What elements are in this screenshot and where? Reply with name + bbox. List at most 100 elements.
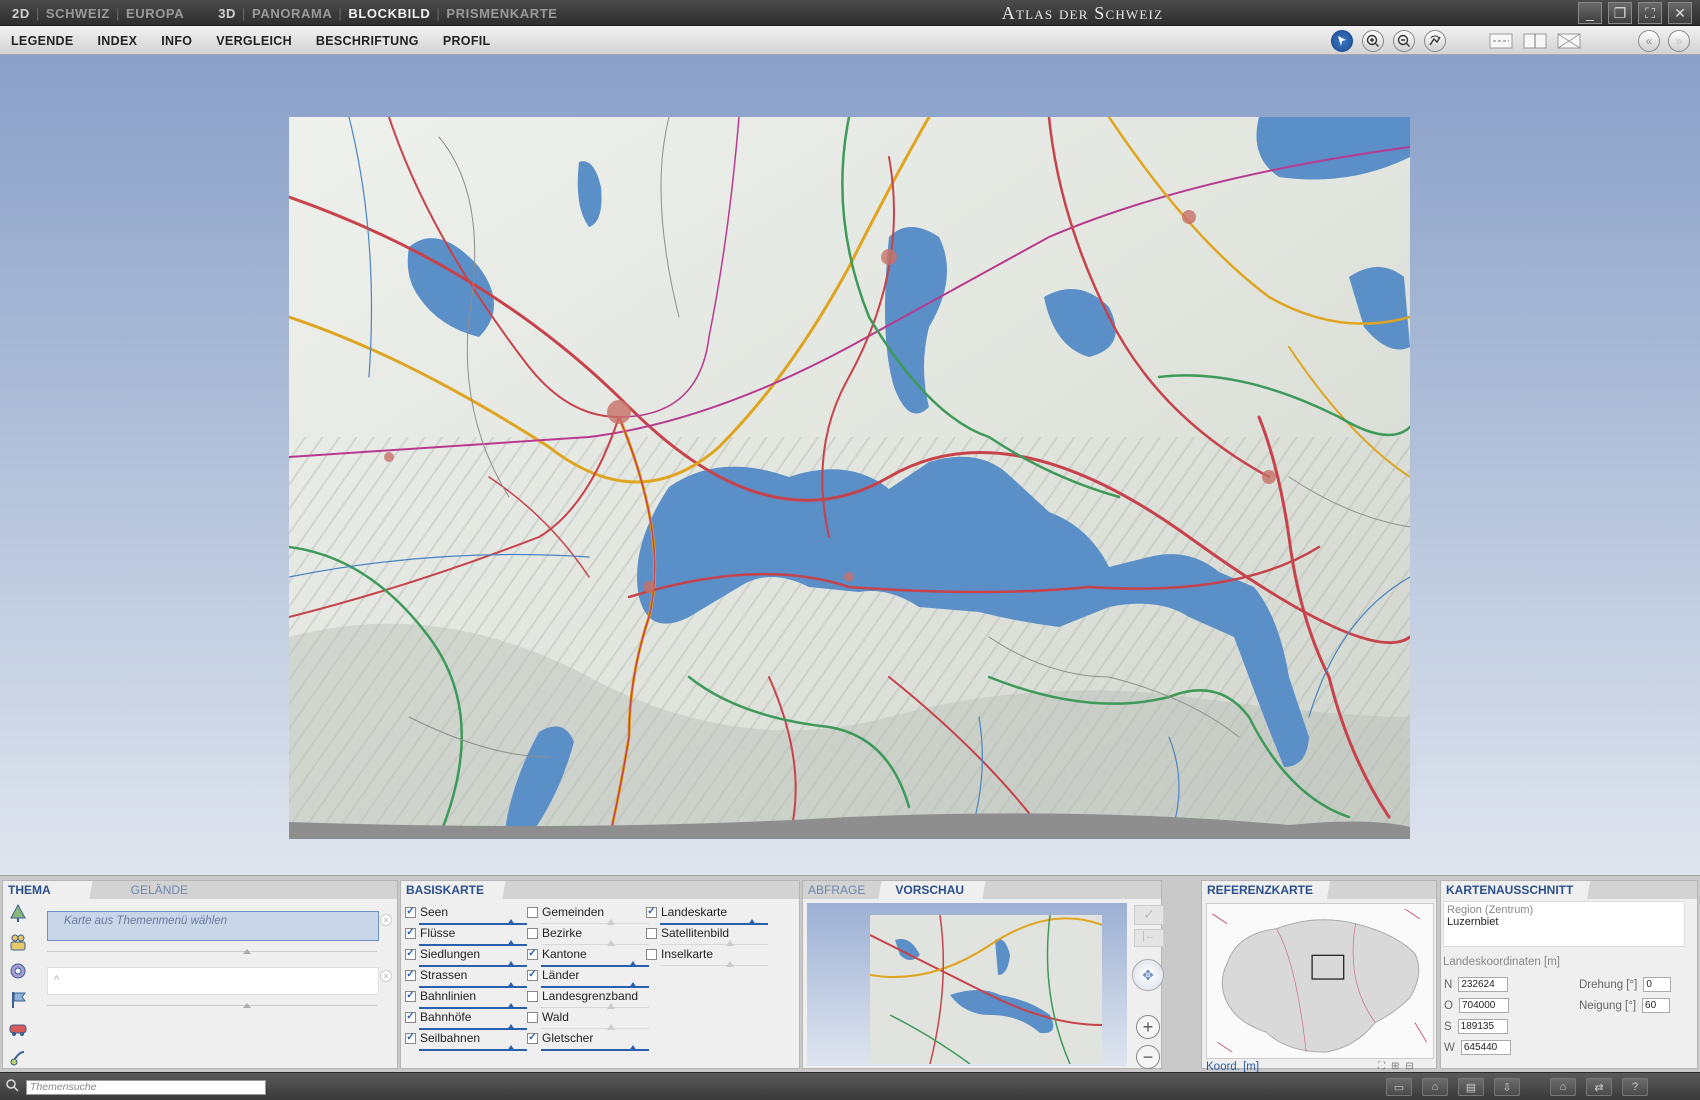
layer-checkbox[interactable] [527, 906, 538, 918]
layer-opacity-slider[interactable] [419, 1045, 527, 1052]
blockbild-map[interactable] [289, 117, 1410, 839]
themensuche-input[interactable]: Themensuche [26, 1080, 266, 1095]
tree-icon[interactable] [7, 903, 29, 923]
ref-zoom-out-icon[interactable]: ⊟ [1405, 1061, 1413, 1072]
close-button[interactable]: ✕ [1668, 2, 1692, 24]
layer-checkbox-row[interactable]: Inselkarte [646, 947, 713, 961]
menu-index[interactable]: INDEX [98, 34, 138, 48]
close-map-icon[interactable] [1556, 30, 1582, 52]
layer-checkbox[interactable]: ✓ [646, 906, 657, 918]
layer-checkbox-row[interactable]: ✓ Seilbahnen [405, 1031, 480, 1045]
communication-icon[interactable] [7, 1048, 29, 1068]
export-icon[interactable]: ⇩ [1494, 1078, 1520, 1096]
layer-checkbox-row[interactable]: Wald [527, 1010, 569, 1024]
layer-checkbox[interactable] [527, 1011, 538, 1023]
print-icon[interactable]: ▤ [1458, 1078, 1484, 1096]
coord-w-field[interactable]: 645440 [1460, 1040, 1511, 1055]
open-folder-icon[interactable]: ▭ [1386, 1078, 1412, 1096]
layer-checkbox-row[interactable]: Bezirke [527, 926, 582, 940]
zoom-out-icon[interactable] [1393, 30, 1415, 52]
fullscreen-button[interactable]: ⛶ [1638, 2, 1662, 24]
clear-thema-icon[interactable]: × [380, 914, 392, 926]
menu-info[interactable]: INFO [161, 34, 192, 48]
transport-icon[interactable] [7, 1019, 29, 1039]
layer-checkbox[interactable]: ✓ [405, 1032, 416, 1044]
layer-checkbox[interactable]: ✓ [405, 927, 416, 939]
coord-o-field[interactable]: 704000 [1458, 998, 1509, 1013]
layer-checkbox[interactable] [646, 948, 657, 960]
layer-checkbox-row[interactable]: ✓ Länder [527, 968, 579, 982]
layer-checkbox[interactable] [646, 927, 657, 939]
layer-checkbox[interactable]: ✓ [405, 948, 416, 960]
home-icon[interactable]: ⌂ [1550, 1078, 1576, 1096]
pan-control-icon[interactable]: ✥ [1132, 959, 1164, 991]
layer-checkbox[interactable]: ✓ [405, 1011, 416, 1023]
map-viewport[interactable] [0, 55, 1700, 875]
layer-checkbox[interactable] [527, 990, 538, 1002]
zoom-plus-icon[interactable]: + [1136, 1015, 1160, 1039]
fit-extent-icon[interactable]: ⛶ [1378, 1061, 1385, 1072]
layer-checkbox-row[interactable]: ✓ Flüsse [405, 926, 455, 940]
minimize-button[interactable]: _ [1578, 2, 1602, 24]
layer-checkbox-row[interactable]: ✓ Gletscher [527, 1031, 593, 1045]
tab-basiskarte[interactable]: BASISKARTE [401, 881, 490, 899]
coord-s-field[interactable]: 189135 [1457, 1019, 1508, 1034]
layer-checkbox[interactable] [527, 927, 538, 939]
menu-vergleich[interactable]: VERGLEICH [216, 34, 292, 48]
layer-checkbox-row[interactable]: ✓ Kantone [527, 947, 587, 961]
layer-checkbox-row[interactable]: Landesgrenzband [527, 989, 638, 1003]
bookmark-icon[interactable]: ⌂ [1422, 1078, 1448, 1096]
link-icon[interactable]: ⇄ [1586, 1078, 1612, 1096]
thema-map-select[interactable]: Karte aus Themenmenü wählen [47, 911, 379, 941]
zoom-minus-icon[interactable]: − [1136, 1045, 1160, 1069]
layer-checkbox[interactable]: ✓ [527, 1032, 538, 1044]
flag-icon[interactable] [7, 990, 29, 1010]
tab-abfrage[interactable]: ABFRAGE [803, 881, 871, 899]
layer-checkbox-row[interactable]: Satellitenbild [646, 926, 729, 940]
thema-secondary-select[interactable]: ^ [47, 967, 379, 995]
menu-beschriftung[interactable]: BESCHRIFTUNG [316, 34, 419, 48]
layer-checkbox[interactable]: ✓ [405, 906, 416, 918]
collapse-left-icon[interactable]: « [1638, 30, 1660, 52]
layer-opacity-slider[interactable] [660, 961, 768, 968]
thema-opacity-slider[interactable] [47, 949, 377, 955]
tab-gelaende[interactable]: GELÄNDE [125, 881, 194, 899]
preview-map[interactable] [870, 915, 1102, 1064]
tilt-icon[interactable] [1424, 30, 1446, 52]
layer-checkbox-row[interactable]: ✓ Bahnlinien [405, 989, 476, 1003]
layer-checkbox[interactable]: ✓ [527, 969, 538, 981]
secondary-opacity-slider[interactable] [47, 1003, 377, 1009]
layer-checkbox-row[interactable]: ✓ Siedlungen [405, 947, 480, 961]
tab-referenzkarte[interactable]: REFERENZKARTE [1202, 881, 1319, 899]
layer-checkbox-row[interactable]: ✓ Strassen [405, 968, 467, 982]
layer-checkbox-row[interactable]: ✓ Bahnhöfe [405, 1010, 471, 1024]
split-view-icon[interactable] [1522, 30, 1548, 52]
layer-checkbox[interactable]: ✓ [405, 990, 416, 1002]
menu-legende[interactable]: LEGENDE [11, 34, 74, 48]
clear-secondary-icon[interactable]: × [380, 970, 392, 982]
tab-kartenausschnitt[interactable]: KARTENAUSSCHNITT [1441, 881, 1579, 899]
economy-icon[interactable] [7, 961, 29, 981]
back-arrow-icon[interactable]: |← [1134, 929, 1164, 947]
restore-button[interactable]: ❐ [1608, 2, 1632, 24]
coord-n-field[interactable]: 232624 [1458, 977, 1509, 992]
layer-opacity-slider[interactable] [541, 1045, 649, 1052]
people-icon[interactable] [7, 932, 29, 952]
layer-checkbox-row[interactable]: ✓ Seen [405, 905, 448, 919]
zoom-in-icon[interactable] [1362, 30, 1384, 52]
drehung-field[interactable]: 0 [1643, 977, 1672, 992]
layer-checkbox[interactable]: ✓ [405, 969, 416, 981]
tab-vorschau[interactable]: VORSCHAU [890, 881, 970, 899]
layer-checkbox-row[interactable]: ✓ Landeskarte [646, 905, 727, 919]
help-icon[interactable]: ? [1622, 1078, 1648, 1096]
apply-check-icon[interactable]: ✓ [1134, 905, 1164, 925]
dashed-line-icon[interactable] [1488, 30, 1514, 52]
select-pointer-icon[interactable] [1331, 30, 1353, 52]
tab-thema[interactable]: THEMA [3, 881, 56, 899]
menu-profil[interactable]: PROFIL [443, 34, 491, 48]
reference-map[interactable] [1206, 903, 1434, 1059]
neigung-field[interactable]: 60 [1642, 998, 1671, 1013]
layer-checkbox-row[interactable]: Gemeinden [527, 905, 604, 919]
expand-right-icon[interactable]: » [1668, 30, 1690, 52]
ref-zoom-in-icon[interactable]: ⊞ [1391, 1061, 1399, 1072]
